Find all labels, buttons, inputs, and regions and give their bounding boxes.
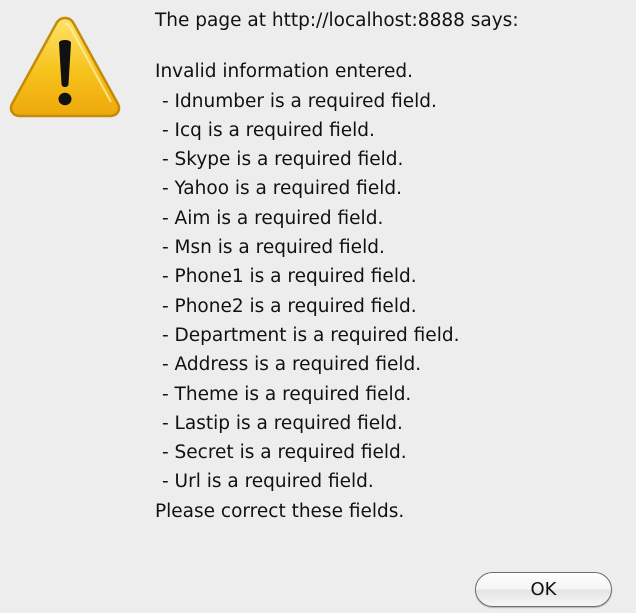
message-item-address: - Address is a required field. [162,354,422,376]
message-item-lastip: - Lastip is a required field. [162,412,403,434]
message-item-aim: - Aim is a required field. [162,207,384,229]
message-item-phone1: - Phone1 is a required field. [162,266,417,288]
ok-button[interactable]: OK [475,572,612,607]
message-item-icq: - Icq is a required field. [162,119,375,141]
alert-message: Invalid information entered. - Idnumber … [155,57,636,526]
message-item-department: - Department is a required field. [162,324,460,346]
message-item-phone2: - Phone2 is a required field. [162,295,417,317]
dialog-title: The page at http://localhost:8888 says: [155,10,519,31]
message-intro: Invalid information entered. [155,61,413,83]
message-item-yahoo: - Yahoo is a required field. [162,178,402,200]
message-item-theme: - Theme is a required field. [162,383,412,405]
message-item-msn: - Msn is a required field. [162,237,385,259]
message-item-skype: - Skype is a required field. [162,149,404,171]
message-item-idnumber: - Idnumber is a required field. [162,90,437,112]
alert-dialog: The page at http://localhost:8888 says: … [0,0,636,613]
message-outro: Please correct these fields. [155,500,405,522]
message-item-secret: - Secret is a required field. [162,442,407,464]
alert-content: The page at http://localhost:8888 says: … [155,6,636,526]
message-item-url: - Url is a required field. [162,471,374,493]
warning-triangle-icon [6,12,124,120]
